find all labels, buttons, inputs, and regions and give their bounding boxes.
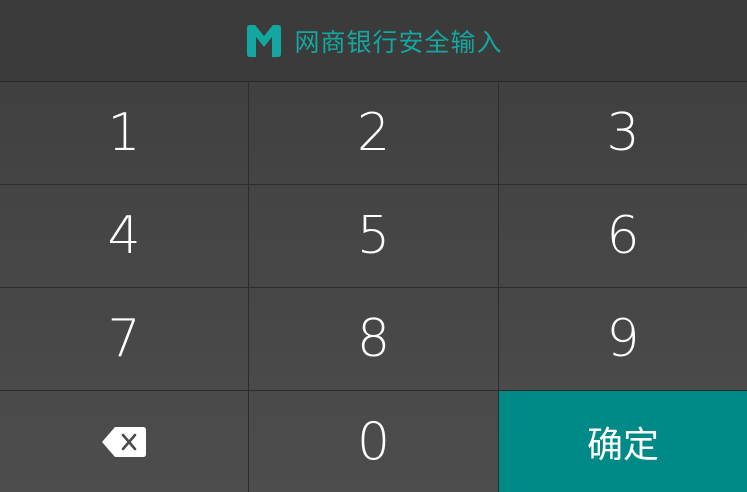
confirm-button[interactable]: 确定: [499, 391, 747, 492]
mybank-logo-icon: [247, 24, 282, 57]
key-4[interactable]: 4: [0, 185, 249, 288]
keyboard-title: 网商银行安全输入: [294, 27, 503, 57]
key-5[interactable]: 5: [249, 185, 499, 288]
key-1[interactable]: 1: [0, 82, 249, 185]
key-3[interactable]: 3: [499, 82, 747, 185]
numeric-keypad: 1 2 3 4 5 6 7 8 9 0 确定: [0, 82, 747, 492]
key-7[interactable]: 7: [0, 288, 249, 391]
delete-key[interactable]: [0, 391, 249, 492]
keyboard-header: 网商银行安全输入: [0, 0, 747, 82]
key-2[interactable]: 2: [249, 82, 499, 185]
key-9[interactable]: 9: [499, 288, 747, 391]
key-8[interactable]: 8: [249, 288, 499, 391]
backspace-icon: [102, 426, 146, 457]
key-6[interactable]: 6: [499, 185, 747, 288]
brand: 网商银行安全输入: [244, 23, 502, 59]
key-0[interactable]: 0: [249, 391, 499, 492]
